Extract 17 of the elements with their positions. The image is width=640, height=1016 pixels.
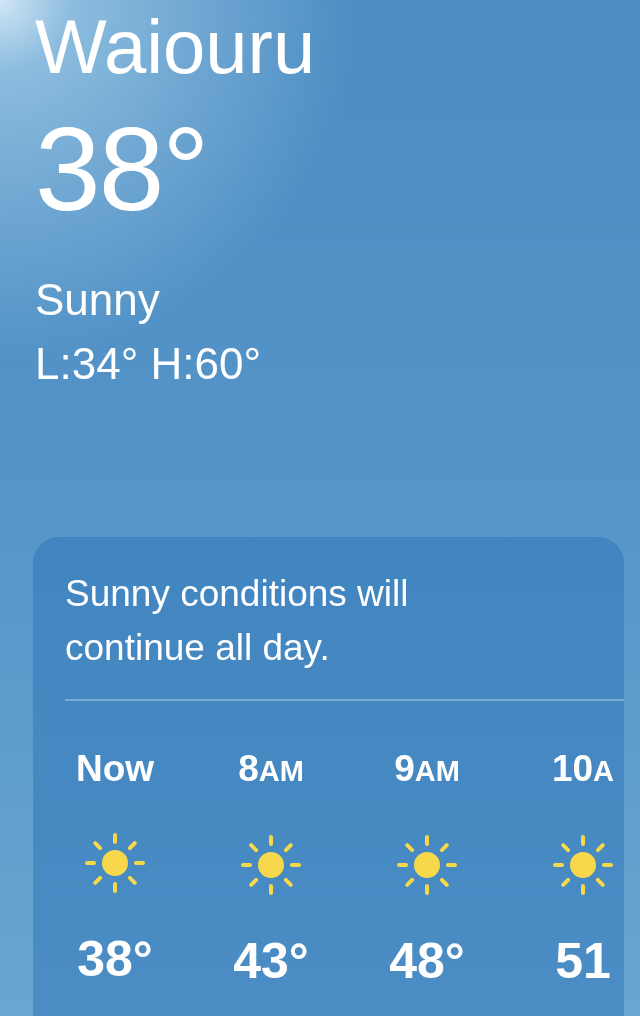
hour-temperature: 51 <box>555 932 611 991</box>
hour-temperature: 38° <box>77 930 153 989</box>
hour-temperature: 43° <box>233 932 309 991</box>
condition-text: Sunny <box>35 274 160 326</box>
hour-label: Now <box>75 747 155 791</box>
forecast-summary: Sunny conditions will continue all day. <box>65 572 410 670</box>
low-high-temperature: L:34° H:60° <box>35 338 261 390</box>
current-temperature: 38° <box>35 104 208 234</box>
sun-icon <box>397 835 457 895</box>
hour-label: 10A <box>551 747 615 791</box>
sun-icon <box>553 835 613 895</box>
hour-label: 8AM <box>238 747 304 791</box>
hour-label: 9AM <box>394 747 460 791</box>
sun-icon <box>85 833 145 893</box>
location-name: Waiouru <box>35 3 316 91</box>
hour-temperature: 48° <box>389 932 465 991</box>
sun-icon <box>241 835 301 895</box>
